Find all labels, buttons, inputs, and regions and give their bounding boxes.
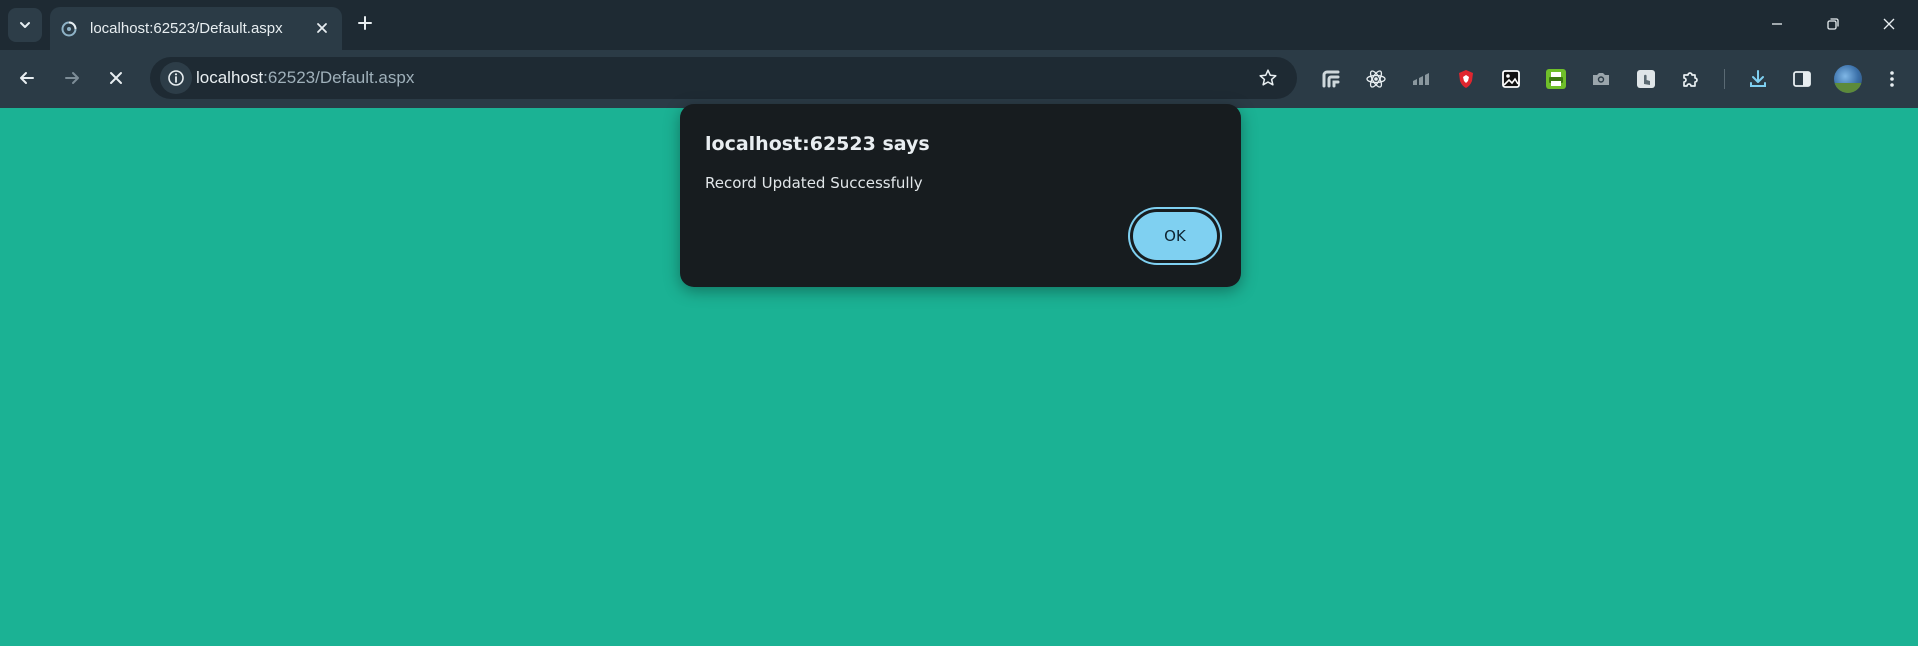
restore-icon bbox=[1827, 18, 1839, 30]
feedly-icon[interactable] bbox=[1319, 67, 1343, 91]
info-icon bbox=[168, 70, 184, 86]
tab-search-button[interactable] bbox=[8, 8, 42, 42]
download-button[interactable] bbox=[1746, 67, 1770, 91]
dialog-message: Record Updated Successfully bbox=[705, 174, 923, 192]
tab-strip: localhost:62523/Default.aspx bbox=[0, 0, 1918, 50]
forward-button[interactable] bbox=[56, 62, 88, 94]
download-icon bbox=[1750, 70, 1766, 87]
chevron-down-icon bbox=[20, 22, 30, 28]
side-panel-icon bbox=[1793, 71, 1811, 87]
puzzle-icon[interactable] bbox=[1679, 67, 1703, 91]
loading-spinner-icon bbox=[60, 20, 78, 38]
arrow-left-icon bbox=[20, 72, 34, 84]
browser-menu-button[interactable] bbox=[1880, 67, 1904, 91]
side-panel-button[interactable] bbox=[1790, 67, 1814, 91]
star-icon bbox=[1259, 69, 1277, 86]
site-info-button[interactable] bbox=[160, 62, 192, 94]
close-icon bbox=[110, 72, 122, 84]
new-tab-button[interactable] bbox=[354, 12, 376, 34]
more-vertical-icon bbox=[1890, 71, 1894, 87]
bookmark-button[interactable] bbox=[1257, 67, 1279, 89]
minimize-button[interactable] bbox=[1754, 8, 1800, 40]
arrow-right-icon bbox=[65, 72, 79, 84]
browser-toolbar: localhost:62523/Default.aspx bbox=[0, 50, 1918, 108]
react-icon[interactable] bbox=[1364, 67, 1388, 91]
close-icon bbox=[317, 23, 327, 33]
dialog-title: localhost:62523 says bbox=[705, 133, 930, 155]
chart-icon[interactable] bbox=[1409, 67, 1433, 91]
tab-title: localhost:62523/Default.aspx bbox=[90, 20, 283, 37]
ok-button[interactable]: OK bbox=[1133, 212, 1217, 260]
alert-dialog: localhost:62523 says Record Updated Succ… bbox=[680, 104, 1241, 287]
brave-shield-icon[interactable] bbox=[1454, 67, 1478, 91]
restore-button[interactable] bbox=[1810, 8, 1856, 40]
address-bar[interactable]: localhost:62523/Default.aspx bbox=[150, 57, 1297, 99]
close-window-button[interactable] bbox=[1866, 8, 1912, 40]
touch-icon[interactable] bbox=[1634, 67, 1658, 91]
tab-close-button[interactable] bbox=[312, 18, 332, 38]
url-host: localhost bbox=[196, 68, 264, 87]
profile-avatar[interactable] bbox=[1834, 65, 1862, 93]
minimize-icon bbox=[1772, 23, 1782, 25]
address-url: localhost:62523/Default.aspx bbox=[196, 68, 414, 88]
browser-tab[interactable]: localhost:62523/Default.aspx bbox=[50, 7, 342, 50]
camera-icon[interactable] bbox=[1589, 67, 1613, 91]
back-button[interactable] bbox=[11, 62, 43, 94]
image-icon[interactable] bbox=[1499, 67, 1523, 91]
close-icon bbox=[1883, 18, 1895, 30]
printer-icon[interactable] bbox=[1544, 67, 1568, 91]
toolbar-divider bbox=[1724, 69, 1725, 89]
stop-loading-button[interactable] bbox=[100, 62, 132, 94]
url-path: :62523/Default.aspx bbox=[263, 68, 415, 87]
plus-icon bbox=[358, 16, 372, 30]
